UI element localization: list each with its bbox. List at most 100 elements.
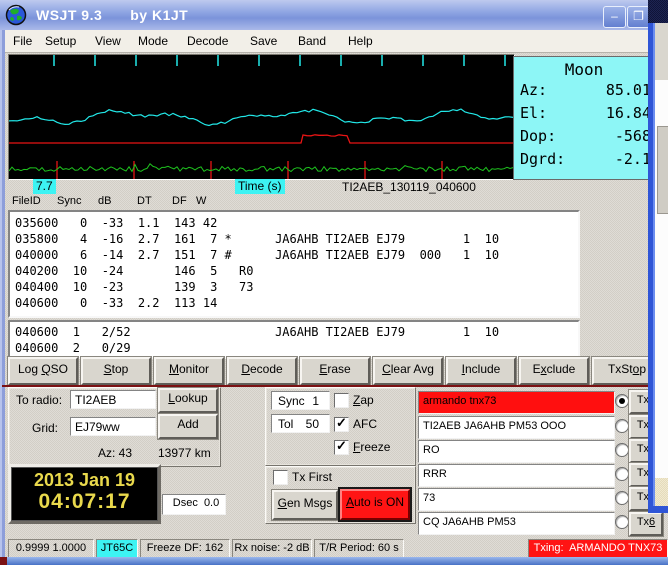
azimuth-readout: Az: 43 [98, 446, 133, 460]
monitor-button[interactable]: Monitor [154, 357, 224, 385]
include-button[interactable]: Include [446, 357, 516, 385]
zap-label: Zap [353, 393, 374, 407]
erase-button[interactable]: Erase [300, 357, 370, 385]
time-axis-label: Time (s) [235, 179, 285, 194]
grid-input[interactable]: EJ79ww [70, 417, 156, 436]
dsec-field[interactable]: Dsec 0.0 [162, 494, 226, 515]
log-qso-button[interactable]: Log QSO [8, 357, 78, 385]
clock-date: 2013 Jan 19 [33, 470, 136, 490]
col-sync: Sync [57, 195, 82, 207]
taskbar-corner [0, 557, 7, 565]
tx6-radio[interactable] [615, 515, 629, 529]
tx-first-label: Tx First [292, 470, 332, 484]
grid-label: Grid: [32, 421, 59, 435]
col-w: W [196, 195, 207, 207]
decode-line: 035800 4 -16 2.7 161 7 * JA6AHB TI2AEB E… [15, 232, 500, 246]
maximize-button[interactable]: ❐ [627, 6, 650, 28]
tx-message-1[interactable]: armando tnx73 [418, 391, 615, 414]
wsjt-window: WSJT 9.3 by K1JT – ❐ File Setup View Mode… [0, 0, 668, 560]
background-window-scrollbar[interactable] [657, 126, 668, 214]
tol-spinner[interactable]: Tol 50 [271, 414, 330, 433]
col-dt: DT [137, 195, 152, 207]
menu-decode[interactable]: Decode [187, 34, 228, 48]
title-bar[interactable]: WSJT 9.3 by K1JT – ❐ [0, 0, 668, 30]
avg-line: 040600 2 0/29 [15, 341, 131, 355]
tx-first-checkbox[interactable] [273, 470, 288, 485]
freq-readout: 7.7 [33, 179, 56, 194]
menu-save[interactable]: Save [250, 34, 277, 48]
col-db: dB [98, 195, 112, 207]
decode-output-area[interactable]: 035600 0 -33 1.1 143 42 035800 4 -16 2.7… [8, 210, 580, 318]
afc-label: AFC [353, 417, 377, 431]
background-window-bottom-border [648, 506, 668, 513]
stop-button[interactable]: Stop [81, 357, 151, 385]
decode-line: 040000 6 -14 2.7 151 7 # JA6AHB TI2AEB E… [15, 248, 500, 262]
tx-message-2[interactable]: TI2AEB JA6AHB PM53 OOO [418, 416, 615, 439]
sync-label: Sync [278, 394, 305, 408]
tx1-radio[interactable] [615, 394, 629, 408]
tx-message-4[interactable]: RRR [418, 464, 615, 487]
sync-value: 1 [312, 394, 319, 408]
moon-dop-label: Dop: [520, 127, 557, 145]
spectrum-traces [9, 55, 514, 179]
average-decode-area[interactable]: 040600 1 2/52 JA6AHB TI2AEB EJ79 1 10 04… [8, 320, 580, 359]
menu-help[interactable]: Help [348, 34, 373, 48]
globe-icon [5, 4, 27, 26]
tol-value: 50 [305, 417, 319, 431]
tx5-radio[interactable] [615, 491, 629, 505]
window-title: WSJT 9.3 by K1JT [36, 7, 189, 23]
menu-mode[interactable]: Mode [138, 34, 168, 48]
window-left-border [0, 30, 5, 557]
tx6-button[interactable]: Tx6 [629, 512, 663, 536]
gen-msgs-button[interactable]: Gen Msgs [272, 490, 338, 520]
clock-time: 04:07:17 [38, 490, 131, 513]
tx3-radio[interactable] [615, 443, 629, 457]
exclude-button[interactable]: Exclude [519, 357, 589, 385]
col-fileid: FileID [12, 195, 41, 207]
moon-info-panel: Moon Az: 85.01 El: 16.84 Dop: -568 Dgrd: -2.… [513, 56, 655, 180]
avg-line: 040600 1 2/52 JA6AHB TI2AEB EJ79 1 10 [15, 325, 500, 339]
sync-spinner[interactable]: Sync 1 [271, 391, 330, 410]
tx-message-6[interactable]: CQ JA6AHB PM53 [418, 512, 615, 535]
background-window-fragment [648, 0, 668, 513]
to-radio-label: To radio: [16, 393, 63, 407]
taskbar-edge[interactable] [0, 557, 668, 565]
moon-dgrd-label: Dgrd: [520, 150, 566, 168]
background-window-toolbar [655, 23, 668, 80]
moon-az-label: Az: [520, 81, 548, 99]
distance-readout: 13977 km [158, 446, 211, 460]
decode-column-headers: FileID Sync dB DT DF W [0, 195, 600, 209]
spectrum-display[interactable] [8, 54, 515, 180]
auto-toggle-button[interactable]: Auto is ON [340, 489, 410, 520]
menu-file[interactable]: File [13, 34, 32, 48]
background-window-border [648, 23, 655, 506]
decode-button[interactable]: Decode [227, 357, 297, 385]
decode-line: 040600 0 -33 2.2 113 14 [15, 296, 218, 310]
freeze-checkbox[interactable] [334, 438, 349, 455]
minimize-button[interactable]: – [603, 6, 626, 28]
afc-checkbox[interactable] [334, 415, 349, 432]
menu-band[interactable]: Band [298, 34, 326, 48]
lookup-button[interactable]: Lookup [158, 388, 218, 413]
tx-message-5[interactable]: 73 [418, 488, 615, 511]
zap-checkbox[interactable] [334, 393, 349, 408]
add-button[interactable]: Add [158, 414, 218, 439]
background-window-statusbar [655, 478, 668, 506]
to-radio-input[interactable]: TI2AEB [70, 390, 156, 409]
moon-az-value: 85.01 [605, 81, 651, 99]
menu-view[interactable]: View [95, 34, 121, 48]
desktop: WSJT 9.3 by K1JT – ❐ File Setup View Mode… [0, 0, 668, 565]
tx4-radio[interactable] [615, 467, 629, 481]
menu-setup[interactable]: Setup [45, 34, 76, 48]
tx2-radio[interactable] [615, 419, 629, 433]
current-file-label: TI2AEB_130119_040600 [342, 180, 476, 194]
moon-dgrd-value: -2.1 [614, 150, 651, 168]
clear-avg-button[interactable]: Clear Avg [373, 357, 443, 385]
moon-el-value: 16.84 [605, 104, 651, 122]
col-df: DF [172, 195, 187, 207]
moon-dop-value: -568 [614, 127, 651, 145]
decode-line: 035600 0 -33 1.1 143 42 [15, 216, 218, 230]
tx-message-3[interactable]: RO [418, 440, 615, 463]
decode-line: 040200 10 -24 146 5 R0 [15, 264, 254, 278]
decode-line: 040400 10 -23 139 3 73 [15, 280, 254, 294]
